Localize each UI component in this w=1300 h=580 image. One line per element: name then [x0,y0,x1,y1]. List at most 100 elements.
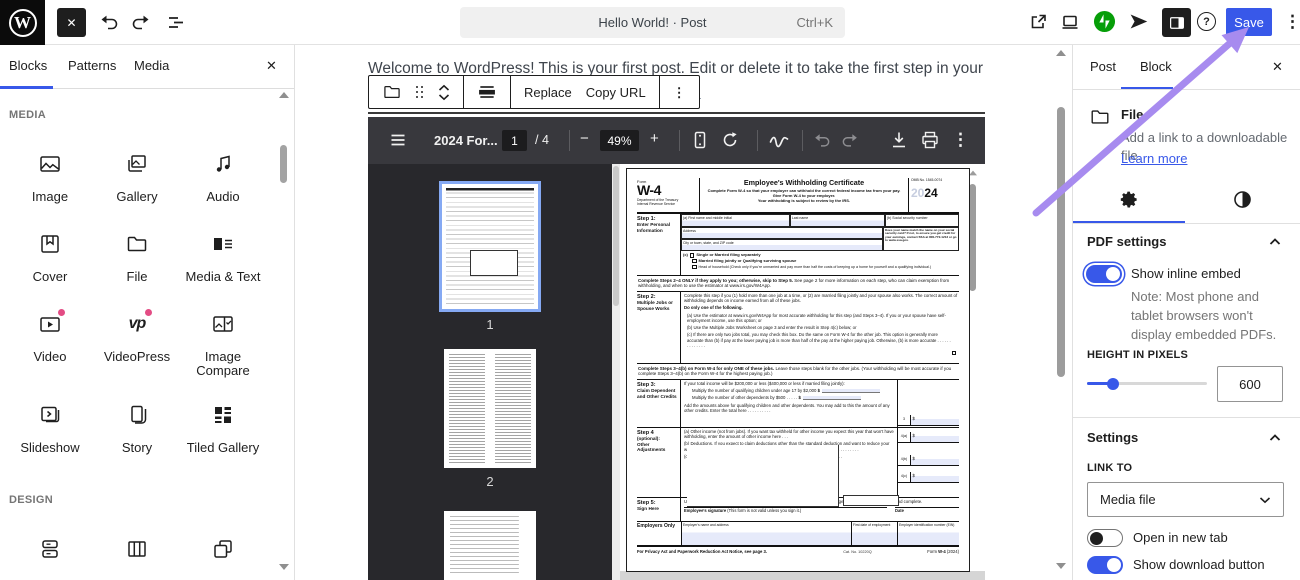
pdf-scrollbar-thumb[interactable] [969,184,976,291]
tab-media[interactable]: Media [134,58,169,73]
command-palette[interactable]: Hello World! · Post Ctrl+K [460,7,845,38]
video-icon [38,312,62,336]
height-input[interactable] [1217,366,1283,402]
link-to-select[interactable]: Media file [1087,482,1284,517]
tab-block-settings[interactable] [1120,190,1139,209]
block-item-group[interactable] [180,537,266,561]
block-item-video[interactable]: Video [7,312,93,364]
pdf-undo-button[interactable] [812,131,830,149]
pdf-page-input[interactable] [502,130,527,151]
help-button[interactable]: ? [1197,12,1216,31]
close-inserter-button[interactable]: ✕ [266,58,277,74]
copy-url-button[interactable]: Copy URL [579,76,653,108]
undo-button[interactable] [98,12,118,32]
chevron-up-icon[interactable] [1269,236,1281,248]
pdf-rotate-button[interactable] [720,130,740,150]
wordpress-logo[interactable]: W [0,0,45,45]
pdf-zoom-in-button[interactable]: + [650,130,659,147]
publish-share-button[interactable] [1128,11,1149,32]
block-item-label: Story [94,441,180,455]
scroll-down-arrow[interactable] [279,564,289,570]
pdf-zoom-level[interactable]: 49% [600,130,639,151]
scroll-up-arrow[interactable] [969,171,977,176]
pdf-thumbnail-page-3[interactable] [444,511,536,580]
block-item-videopress[interactable]: vp VideoPress [94,312,180,364]
pdf-zoom-out-button[interactable]: − [580,130,589,147]
block-item-gallery[interactable]: Gallery [94,152,180,204]
save-button-label: Save [1234,15,1264,30]
block-item-file[interactable]: File [94,232,180,284]
thumbnail-content [449,516,531,575]
scroll-up-arrow[interactable] [1056,50,1066,56]
block-item-columns[interactable] [94,537,180,561]
tab-patterns[interactable]: Patterns [68,58,116,73]
toolbar-divider [679,130,680,151]
block-item-story[interactable]: Story [94,403,180,455]
scroll-down-arrow[interactable] [1056,563,1066,569]
thumbnail-scrollbar[interactable] [612,164,620,580]
pdf-redo-button[interactable] [842,131,860,149]
block-item-image[interactable]: Image [7,152,93,204]
block-item-buttons[interactable] [7,537,93,561]
block-item-image-compare[interactable]: Image Compare [180,312,266,379]
redo-button[interactable] [132,12,152,32]
block-item-media-text[interactable]: Media & Text [180,232,266,284]
file-block-top-edge [368,112,985,114]
show-inline-embed-toggle[interactable] [1086,265,1122,283]
pdf-annotate-button[interactable] [768,130,790,150]
ellipsis-icon: ⋮ [1284,12,1300,31]
wordpress-logo-icon: W [9,9,37,37]
preview-button[interactable] [1060,12,1080,32]
tab-block[interactable]: Block [1140,59,1172,74]
pdf-print-button[interactable] [920,130,940,150]
thumbnail-box [470,250,518,276]
pdf-menu-button[interactable] [390,132,406,148]
block-item-audio[interactable]: Audio [180,152,266,204]
editor-scrollbar-thumb[interactable] [1057,107,1065,377]
view-post-button[interactable] [1028,12,1048,32]
inserter-tabs: Blocks Patterns Media ✕ [0,45,294,89]
tab-block-styles[interactable] [1233,190,1252,209]
file-block-type-button[interactable] [375,76,409,108]
pdf-thumbnail-page-2[interactable] [444,349,536,468]
settings-sidebar-toggle[interactable] [1162,8,1191,37]
block-item-label: Video [7,350,93,364]
block-item-slideshow[interactable]: Slideshow [7,403,93,455]
more-options-button[interactable]: ⋮ [1284,13,1300,30]
block-inserter-toggle-button[interactable]: ✕ [57,8,86,37]
pdf-more-button[interactable]: ⋮ [952,131,969,148]
list-view-button[interactable] [166,12,186,32]
chevron-up-icon[interactable] [1269,432,1281,444]
block-item-tiled-gallery[interactable]: Tiled Gallery [180,403,266,455]
replace-button[interactable]: Replace [517,76,579,108]
pdf-download-button[interactable] [889,130,909,150]
learn-more-link[interactable]: Learn more [1121,151,1187,166]
block-card-title: File [1121,107,1143,122]
tab-post[interactable]: Post [1090,59,1116,74]
block-item-cover[interactable]: Cover [7,232,93,284]
jetpack-button[interactable] [1093,10,1116,33]
pdf-fit-page-button[interactable] [690,130,710,150]
w4-ein: Employer identification number (EIN) [897,522,959,545]
hamburger-icon [390,132,406,148]
settings-header[interactable]: Settings [1087,430,1138,445]
height-slider-thumb[interactable] [1107,378,1119,390]
block-options-button[interactable]: ⋮ [666,76,693,108]
tab-blocks[interactable]: Blocks [9,58,47,73]
show-download-button-toggle[interactable] [1087,556,1123,574]
drag-handle[interactable] [409,76,431,108]
close-sidebar-button[interactable]: ✕ [1272,59,1283,75]
pdf-settings-header[interactable]: PDF settings [1087,234,1166,249]
move-block-buttons[interactable] [431,76,457,108]
image-compare-icon [211,312,235,336]
redo-icon [842,131,860,149]
block-item-label: Cover [7,270,93,284]
inserter-scrollbar-thumb[interactable] [280,145,287,183]
align-button[interactable] [470,76,504,108]
save-button[interactable]: Save [1226,8,1272,36]
w4-field-last-name: Last name [790,214,885,227]
scroll-up-arrow[interactable] [279,92,289,98]
open-in-new-tab-toggle[interactable] [1087,529,1123,547]
columns-icon [125,537,149,561]
pdf-thumbnail-page-1[interactable] [439,181,541,312]
